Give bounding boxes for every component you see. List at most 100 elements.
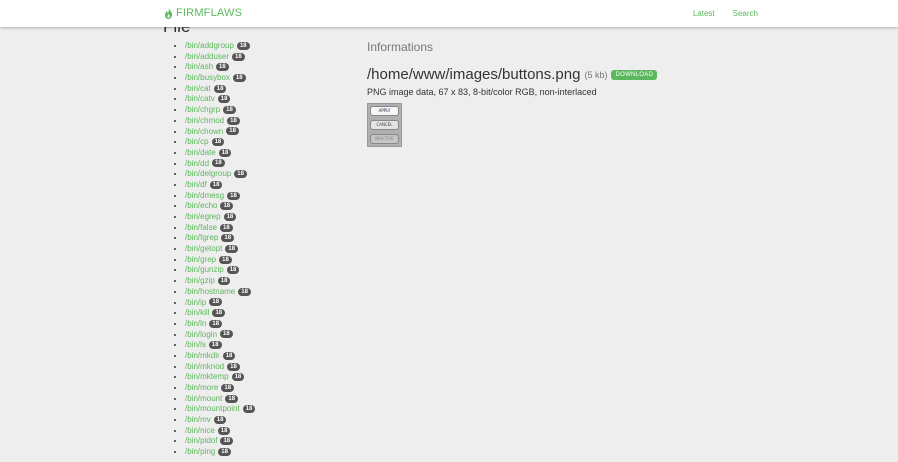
file-list-item: /bin/fgrep18 xyxy=(185,233,255,244)
file-link[interactable]: /bin/gzip xyxy=(185,276,215,285)
file-list-item: /bin/pidof18 xyxy=(185,436,255,447)
file-list-item: /bin/egrep18 xyxy=(185,212,255,223)
file-link[interactable]: /bin/fgrep xyxy=(185,233,218,242)
file-count-badge: 18 xyxy=(231,373,245,382)
brand-name: FIRMFLAWS xyxy=(176,7,243,19)
file-link[interactable]: /bin/gunzip xyxy=(185,265,224,274)
informations-heading: Informations xyxy=(367,40,434,54)
file-count-badge: 18 xyxy=(217,277,231,286)
file-link[interactable]: /bin/mount xyxy=(185,394,222,403)
file-list-item: /bin/ash18 xyxy=(185,62,255,73)
file-link[interactable]: /bin/getopt xyxy=(185,244,222,253)
file-list-item: /bin/mv18 xyxy=(185,415,255,426)
file-link[interactable]: /bin/chgrp xyxy=(185,105,220,114)
file-list-item: /bin/ls18 xyxy=(185,340,255,351)
file-link[interactable]: /bin/cat xyxy=(185,84,211,93)
file-link[interactable]: /bin/addgroup xyxy=(185,41,234,50)
file-list-item: /bin/cat18 xyxy=(185,84,255,95)
file-list-item: /bin/grep18 xyxy=(185,255,255,266)
file-link[interactable]: /bin/chown xyxy=(185,127,223,136)
file-count-badge: 18 xyxy=(227,116,240,125)
file-link[interactable]: /bin/login xyxy=(185,330,217,339)
file-count-badge: 18 xyxy=(225,394,239,403)
file-list-item: /bin/ln18 xyxy=(185,319,255,330)
file-link[interactable]: /bin/false xyxy=(185,223,217,232)
file-link[interactable]: /bin/kill xyxy=(185,308,209,317)
brand-logo-link[interactable]: FIRMFLAWS xyxy=(164,7,242,19)
file-count-badge: 18 xyxy=(220,223,233,232)
file-link[interactable]: /bin/mktemp xyxy=(185,372,229,381)
preview-apply-button-image: APPLY xyxy=(370,106,399,116)
file-list-item: /bin/mktemp18 xyxy=(185,372,255,383)
file-link[interactable]: /bin/echo xyxy=(185,201,217,210)
file-link[interactable]: /bin/pidof xyxy=(185,436,217,445)
file-size: (5 kb) xyxy=(584,69,608,80)
file-path: /home/www/images/buttons.png xyxy=(367,66,581,83)
file-link[interactable]: /bin/more xyxy=(185,383,218,392)
file-link[interactable]: /bin/ls xyxy=(185,340,206,349)
top-navbar: FIRMFLAWS Latest Search xyxy=(0,0,898,27)
image-preview: APPLY CANCEL INACTIVE xyxy=(367,103,402,147)
file-link[interactable]: /bin/mkdir xyxy=(185,351,220,360)
file-link[interactable]: /bin/grep xyxy=(185,255,216,264)
file-list-item: /bin/date18 xyxy=(185,148,255,159)
file-list-item: /bin/kill18 xyxy=(185,308,255,319)
file-link[interactable]: /bin/ash xyxy=(185,62,213,71)
file-link[interactable]: /bin/mknod xyxy=(185,362,224,371)
file-list-item: /bin/delgroup18 xyxy=(185,169,255,180)
file-list-item: /bin/hostname18 xyxy=(185,287,255,298)
file-count-badge: 18 xyxy=(234,170,247,179)
file-link[interactable]: /bin/dd xyxy=(185,159,209,168)
file-link[interactable]: /bin/ln xyxy=(185,319,206,328)
file-count-badge: 18 xyxy=(216,63,229,72)
file-count-badge: 18 xyxy=(217,426,231,435)
file-link[interactable]: /bin/mv xyxy=(185,415,211,424)
file-link[interactable]: /bin/date xyxy=(185,148,216,157)
preview-inactive-button-image: INACTIVE xyxy=(370,134,399,144)
file-link[interactable]: /bin/catv xyxy=(185,94,215,103)
file-link[interactable]: /bin/dmesg xyxy=(185,191,224,200)
file-count-badge: 18 xyxy=(238,287,251,296)
main-content: Informations /home/www/images/buttons.pn… xyxy=(367,40,658,147)
nav-latest-link[interactable]: Latest xyxy=(693,9,715,18)
nav-search-link[interactable]: Search xyxy=(733,9,758,18)
file-list-item: /bin/echo18 xyxy=(185,201,255,212)
download-button[interactable]: DOWNLOAD xyxy=(611,69,658,80)
file-count-badge: 18 xyxy=(209,180,223,189)
file-list-item: /bin/getopt18 xyxy=(185,244,255,255)
file-link[interactable]: /bin/hostname xyxy=(185,287,235,296)
file-list-item: /bin/nice18 xyxy=(185,426,255,437)
file-count-badge: 18 xyxy=(225,244,239,253)
file-list-item: /bin/login18 xyxy=(185,330,255,341)
file-list-item: /bin/mknod18 xyxy=(185,362,255,373)
file-list-item: /bin/chmod18 xyxy=(185,116,255,127)
file-list-item: /bin/chgrp18 xyxy=(185,105,255,116)
file-count-badge: 18 xyxy=(232,52,245,61)
file-list-item: /bin/more18 xyxy=(185,383,255,394)
file-count-badge: 18 xyxy=(227,362,240,371)
flame-icon xyxy=(164,7,173,19)
file-link[interactable]: /bin/chmod xyxy=(185,116,224,125)
file-link[interactable]: /bin/egrep xyxy=(185,212,221,221)
file-link[interactable]: /bin/df xyxy=(185,180,207,189)
file-count-badge: 18 xyxy=(227,191,240,200)
file-list-item: /bin/ip18 xyxy=(185,298,255,309)
preview-cancel-button-image: CANCEL xyxy=(370,120,399,130)
file-link[interactable]: /bin/adduser xyxy=(185,52,229,61)
file-count-badge: 18 xyxy=(209,298,223,307)
file-count-badge: 18 xyxy=(212,159,225,168)
file-list-item: /bin/dd18 xyxy=(185,159,255,170)
file-link[interactable]: /bin/nice xyxy=(185,426,215,435)
file-list-item: /bin/mount18 xyxy=(185,394,255,405)
file-list-item: /bin/false18 xyxy=(185,223,255,234)
file-link[interactable]: /bin/cp xyxy=(185,137,209,146)
file-link[interactable]: /bin/mountpoint xyxy=(185,404,240,413)
file-link[interactable]: /bin/delgroup xyxy=(185,169,231,178)
file-list-item: /bin/cp18 xyxy=(185,137,255,148)
file-count-badge: 18 xyxy=(226,127,239,136)
file-link[interactable]: /bin/ping xyxy=(185,447,215,456)
file-link[interactable]: /bin/busybox xyxy=(185,73,230,82)
file-list-item: /bin/catv18 xyxy=(185,94,255,105)
file-link[interactable]: /bin/ip xyxy=(185,298,206,307)
file-list-item: /bin/adduser18 xyxy=(185,52,255,63)
